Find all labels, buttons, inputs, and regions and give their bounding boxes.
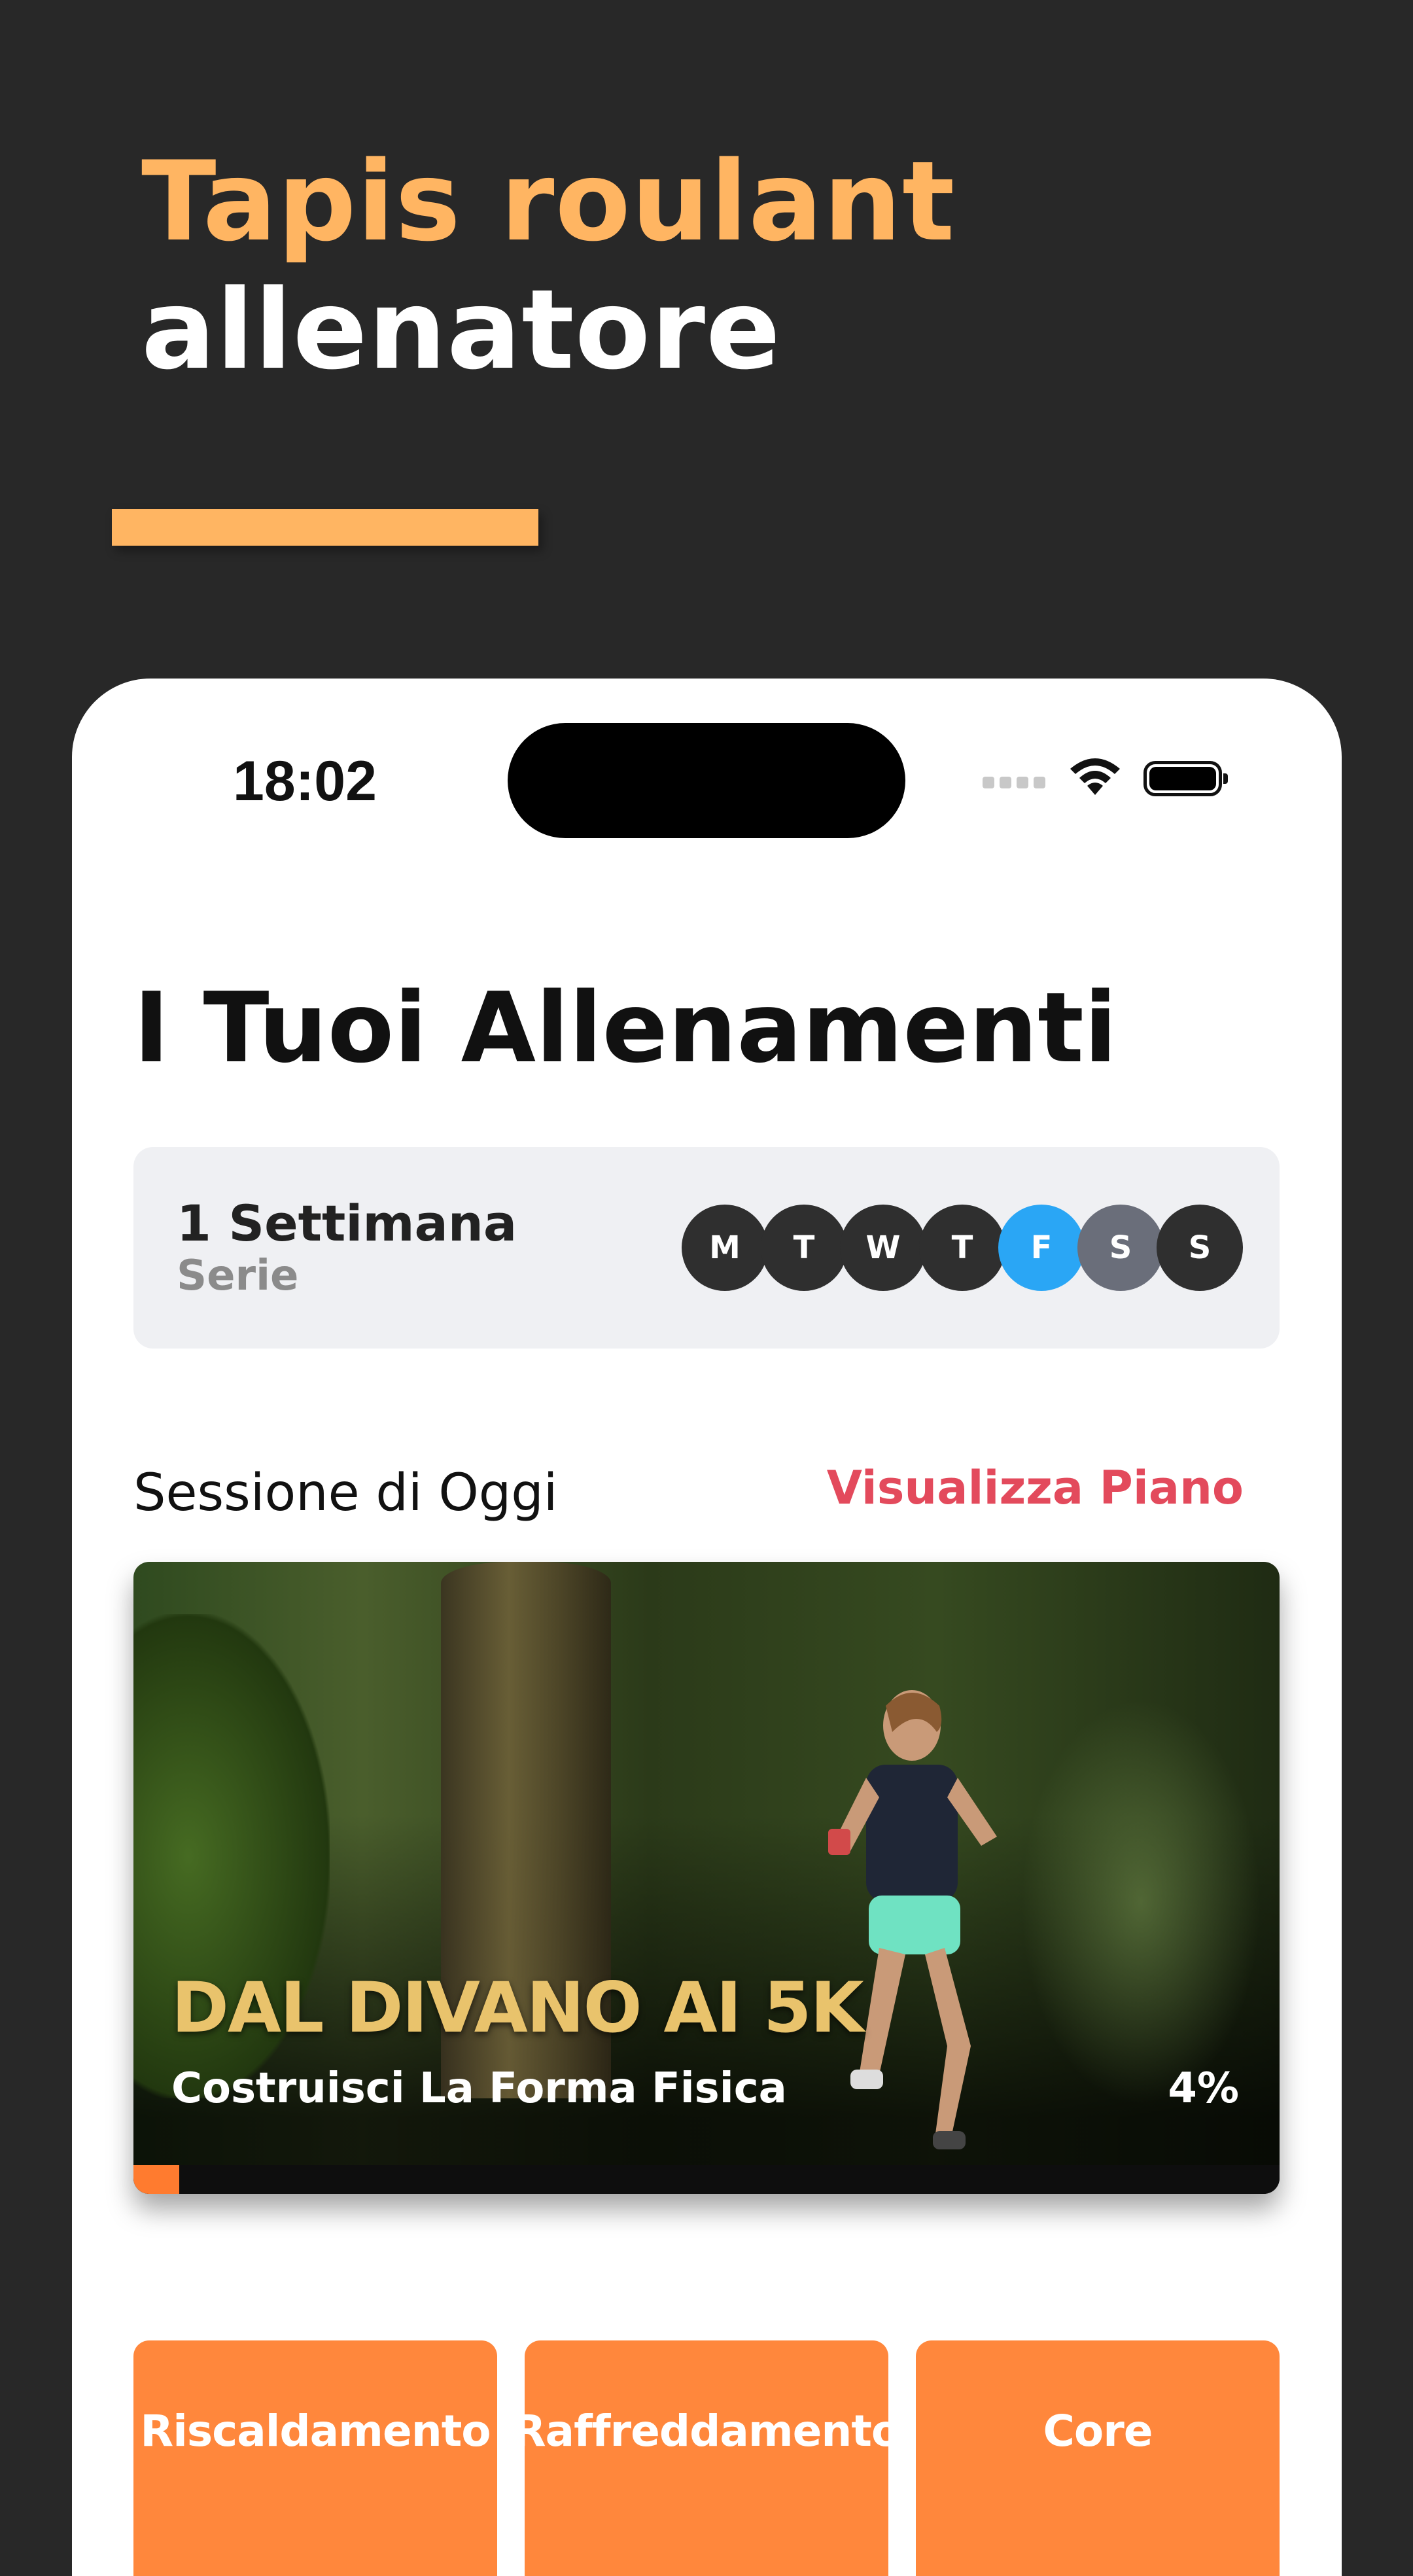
core-button[interactable]: Core bbox=[916, 2340, 1280, 2576]
headline-line-1: Tapis roulant bbox=[141, 137, 956, 266]
day-circle-wed[interactable]: W bbox=[840, 1205, 926, 1291]
day-circle-tue[interactable]: T bbox=[761, 1205, 847, 1291]
day-circle-sat[interactable]: S bbox=[1077, 1205, 1164, 1291]
weekday-tracker: M T W T F S S bbox=[682, 1205, 1246, 1291]
day-circle-mon[interactable]: M bbox=[682, 1205, 768, 1291]
warmup-button[interactable]: Riscaldamento bbox=[133, 2340, 497, 2576]
headline-line-2: allenatore bbox=[141, 266, 781, 394]
streak-value: 1 Settimana bbox=[177, 1194, 517, 1252]
accent-bar bbox=[112, 509, 538, 546]
plan-subtitle: Costruisci La Forma Fisica bbox=[171, 2064, 787, 2113]
streak-label: Serie bbox=[177, 1252, 299, 1300]
promo-headline: Tapis roulant allenatore bbox=[141, 137, 955, 394]
plan-progress-bar bbox=[133, 2165, 1280, 2194]
day-circle-thu[interactable]: T bbox=[919, 1205, 1005, 1291]
workout-plan-card[interactable]: DAL DIVANO AI 5K Costruisci La Forma Fis… bbox=[133, 1562, 1280, 2194]
plan-progress-fill bbox=[133, 2165, 180, 2194]
status-time: 18:02 bbox=[233, 750, 377, 813]
today-session-label: Sessione di Oggi bbox=[133, 1464, 558, 1523]
battery-icon bbox=[1143, 761, 1228, 796]
plan-title: DAL DIVANO AI 5K bbox=[171, 1967, 864, 2048]
wifi-icon bbox=[1070, 758, 1120, 795]
day-circle-sun[interactable]: S bbox=[1157, 1205, 1243, 1291]
view-plan-link[interactable]: Visualizza Piano bbox=[827, 1461, 1244, 1515]
plan-progress-percent: 4% bbox=[1168, 2064, 1239, 2113]
cellular-icon bbox=[983, 777, 1047, 790]
phone-screen: 18:02 I Tuoi Allenamenti 1 Settimana Ser… bbox=[72, 679, 1342, 2576]
page-title: I Tuoi Allenamenti bbox=[133, 972, 1117, 1084]
cooldown-button[interactable]: Raffreddamento bbox=[513, 2340, 901, 2576]
streak-card: 1 Settimana Serie M T W T F S S bbox=[133, 1147, 1280, 1349]
dynamic-island bbox=[508, 723, 905, 838]
day-circle-fri-today[interactable]: F bbox=[998, 1205, 1085, 1291]
runner-image bbox=[828, 1690, 997, 2149]
